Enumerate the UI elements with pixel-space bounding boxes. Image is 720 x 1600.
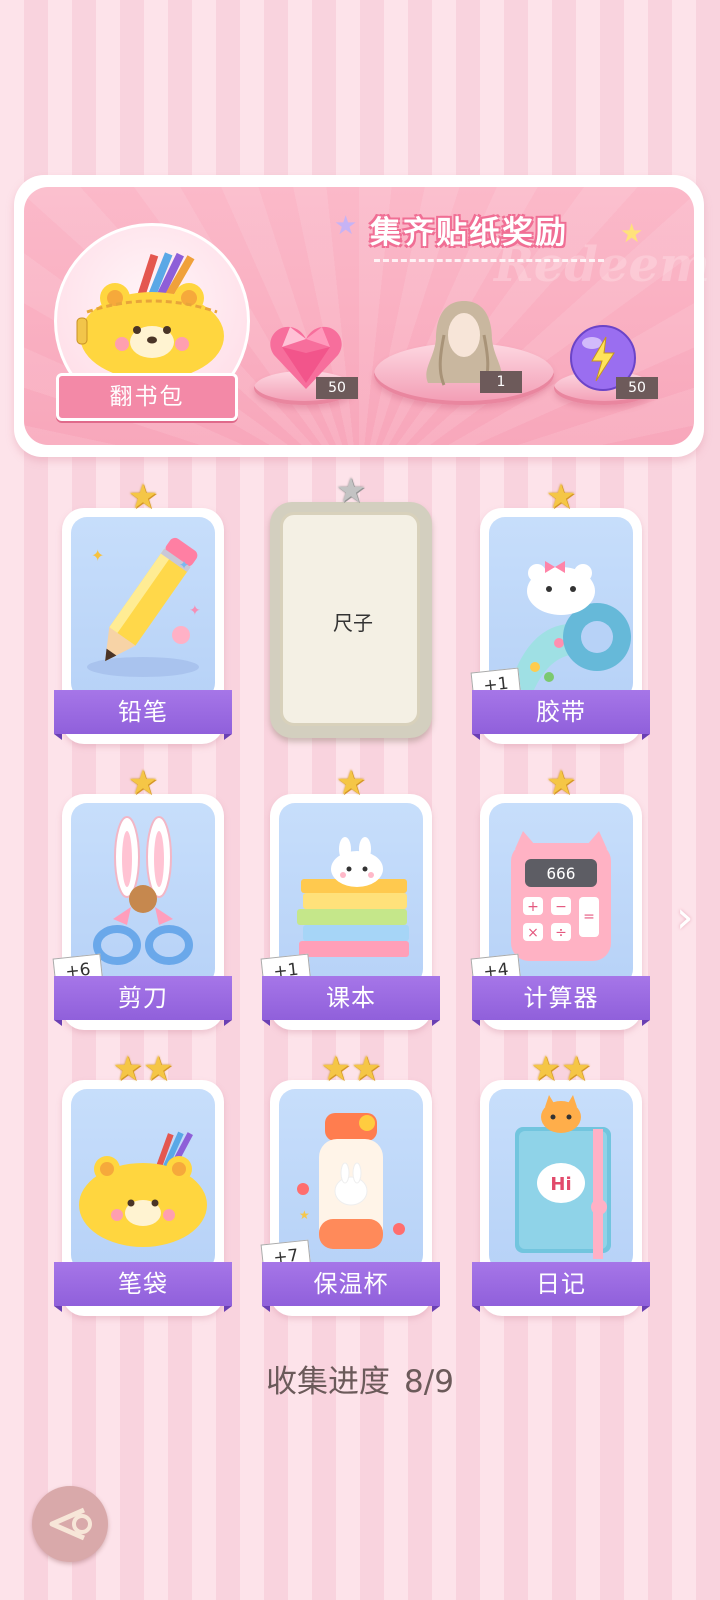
- sticker-label: 计算器: [472, 976, 650, 1026]
- svg-text:✦: ✦: [189, 603, 201, 619]
- sticker-card-diary[interactable]: ★★ Hi 日记: [472, 1052, 650, 1316]
- sticker-card-calculator[interactable]: ★ 666 + − = × ÷ +4 计算器: [470, 766, 650, 1030]
- sticker-card-pencil[interactable]: ★ ✦ ✦ ✦ 铅笔: [54, 480, 232, 744]
- calculator-display: 666: [547, 864, 576, 883]
- star-rating: ★: [335, 763, 367, 803]
- reward-count: 50: [616, 377, 658, 399]
- star-rating: ★★: [530, 1049, 592, 1089]
- svg-text:+: +: [527, 899, 539, 915]
- diary-cover-text: Hi: [550, 1174, 571, 1195]
- svg-text:=: =: [583, 909, 595, 925]
- svg-text:−: −: [555, 899, 567, 915]
- star-rating: ★: [545, 477, 577, 517]
- collection-progress: 收集进度 8/9: [0, 1356, 720, 1401]
- star-deco-icon: ★: [620, 219, 644, 249]
- back-button[interactable]: [32, 1486, 108, 1562]
- card-art: Hi: [489, 1089, 633, 1271]
- star-rating: ★: [127, 763, 159, 803]
- sticker-card-pencil-case[interactable]: ★★ 笔袋: [54, 1052, 232, 1316]
- svg-text:✦: ✦: [91, 546, 104, 565]
- title-underline: [374, 259, 604, 262]
- sticker-label: 胶带: [472, 690, 650, 740]
- next-page-arrow-icon[interactable]: ›: [676, 892, 694, 943]
- star-deco-icon: ★: [334, 211, 358, 241]
- sticker-card-textbook[interactable]: ★ +1 课本: [260, 766, 440, 1030]
- star-rating: ★★: [112, 1049, 174, 1089]
- star-rating: ★★: [320, 1049, 382, 1089]
- sticker-card-ruler-locked[interactable]: ★ 尺子: [270, 474, 432, 738]
- sticker-label: 剪刀: [54, 976, 232, 1026]
- flip-bag-button[interactable]: 翻书包: [56, 373, 238, 421]
- sticker-label: 尺子: [333, 611, 373, 635]
- progress-value: 8/9: [404, 1364, 454, 1400]
- star-rating: ★: [545, 763, 577, 803]
- sticker-label: 课本: [262, 976, 440, 1026]
- reward-count: 1: [480, 371, 522, 393]
- banner-title: 集齐贴纸奖励: [370, 215, 568, 251]
- svg-text:×: ×: [527, 925, 539, 941]
- sticker-label: 保温杯: [262, 1262, 440, 1312]
- pencil-icon: ✦ ✦ ✦: [87, 537, 201, 677]
- star-rating: ★: [335, 471, 367, 511]
- back-arrow-icon: [49, 1507, 92, 1541]
- sticker-card-thermos[interactable]: ★★ ★ +7 保温杯: [260, 1052, 440, 1316]
- pencil-case-icon: [79, 1131, 207, 1247]
- progress-label: 收集进度: [266, 1364, 391, 1400]
- reward-count: 50: [316, 377, 358, 399]
- diary-icon: Hi: [515, 1095, 611, 1259]
- locked-card-face: 尺子: [280, 512, 420, 726]
- svg-text:★: ★: [299, 1208, 310, 1222]
- card-art: ✦ ✦ ✦: [71, 517, 215, 699]
- sticker-label: 铅笔: [54, 690, 232, 740]
- sticker-card-scissors[interactable]: ★ +6 剪刀: [52, 766, 232, 1030]
- sticker-label: 笔袋: [54, 1262, 232, 1312]
- sticker-label: 日记: [472, 1262, 650, 1312]
- svg-text:✦: ✦: [179, 558, 189, 572]
- reward-banner: Redeem ★ ★ 集齐贴纸奖励 翻书包 50 1 50: [14, 175, 710, 457]
- star-rating: ★: [127, 477, 159, 517]
- card-art: [71, 1089, 215, 1271]
- svg-text:÷: ÷: [555, 925, 567, 941]
- sticker-card-tape[interactable]: ★ +1 胶带: [470, 480, 650, 744]
